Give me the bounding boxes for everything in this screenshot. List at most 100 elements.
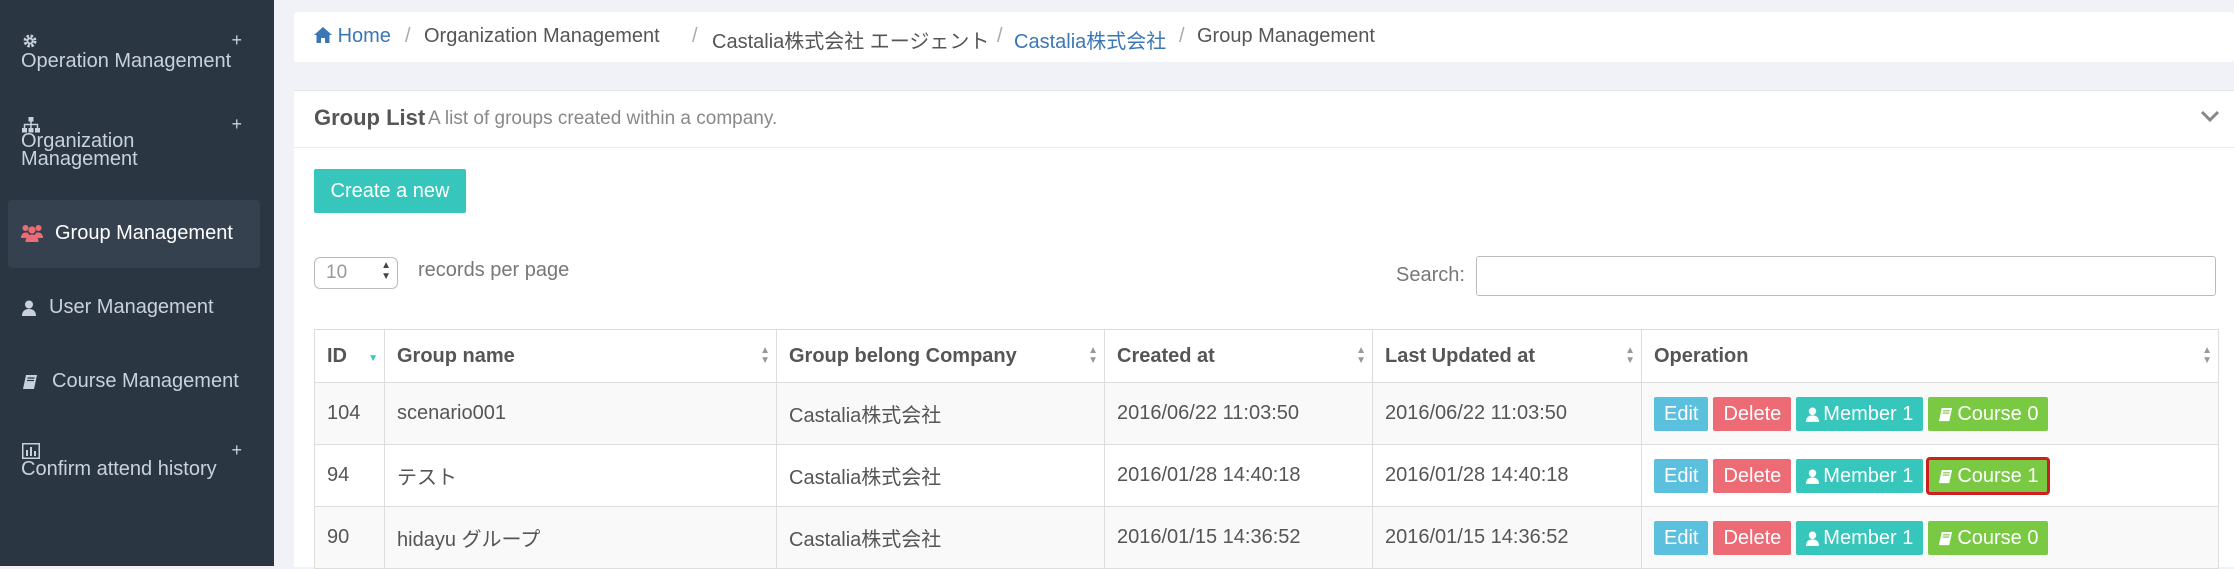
book-icon	[1938, 465, 1957, 487]
sidebar-item-label: Operation Management	[21, 50, 232, 72]
member-label: Member 1	[1823, 402, 1914, 425]
column-header-id[interactable]: ID ▼	[314, 329, 385, 383]
column-header-created-at[interactable]: Created at ▲ ▼	[1104, 329, 1373, 383]
cell-operation: Edit Delete Member 1 Course 0	[1641, 382, 2219, 445]
sidebar-item-confirm-attend-history[interactable]: Confirm attend history +	[0, 438, 274, 488]
home-icon	[314, 25, 332, 47]
cell-updated-at: 2016/01/28 14:40:18	[1372, 444, 1642, 507]
sort-desc-icon: ▼	[368, 353, 378, 364]
delete-button[interactable]: Delete	[1713, 396, 1792, 431]
group-list-panel: Group List A list of groups created with…	[294, 90, 2234, 569]
user-icon	[1806, 403, 1823, 425]
cell-group-name: scenario001	[384, 382, 777, 445]
cell-group-name: テスト	[384, 444, 777, 507]
sort-icon: ▲ ▼	[2202, 345, 2212, 366]
course-button-highlighted[interactable]: Course 1	[1926, 456, 2051, 495]
cell-id: 94	[314, 444, 385, 507]
course-label: Course 0	[1957, 402, 2039, 425]
panel-subtitle: A list of groups created within a compan…	[428, 108, 778, 129]
book-icon	[22, 373, 38, 396]
records-per-page-value: 10	[326, 262, 348, 283]
course-label: Course 0	[1957, 526, 2039, 549]
breadcrumb-separator: /	[1179, 25, 1185, 47]
breadcrumb-item-company[interactable]: Castalia株式会社	[1014, 25, 1166, 54]
sort-icon: ▲ ▼	[1356, 345, 1366, 366]
cell-id: 104	[314, 382, 385, 445]
member-button[interactable]: Member 1	[1796, 458, 1924, 493]
sidebar-item-course-management[interactable]: Course Management	[0, 366, 274, 400]
column-header-company[interactable]: Group belong Company ▲ ▼	[776, 329, 1105, 383]
breadcrumb-separator: /	[997, 25, 1003, 47]
cell-company: Castalia株式会社	[776, 444, 1105, 507]
course-button[interactable]: Course 0	[1928, 520, 2049, 555]
cell-created-at: 2016/06/22 11:03:50	[1104, 382, 1373, 445]
breadcrumb-home-label: Home	[337, 25, 391, 47]
select-arrows-icon: ▲ ▼	[381, 260, 391, 282]
panel-header: Group List A list of groups created with…	[294, 91, 2234, 148]
user-icon	[1806, 465, 1823, 487]
sort-icon: ▲ ▼	[1088, 345, 1098, 366]
sidebar-item-organization-management[interactable]: Organization Management +	[0, 112, 274, 176]
sidebar-item-operation-management[interactable]: Operation Management +	[0, 28, 274, 88]
group-table: ID ▼ Group name ▲ ▼ Group belong Company ▲ ▼ …	[314, 329, 2219, 569]
sidebar-item-group-management[interactable]: Group Management	[8, 200, 260, 268]
sort-icon: ▲ ▼	[760, 345, 770, 366]
member-button[interactable]: Member 1	[1796, 520, 1924, 555]
cell-created-at: 2016/01/15 14:36:52	[1104, 506, 1373, 569]
breadcrumb-home[interactable]: Home	[314, 25, 391, 48]
user-icon	[22, 299, 36, 322]
cell-created-at: 2016/01/28 14:40:18	[1104, 444, 1373, 507]
breadcrumb-item-agent: Castalia株式会社 エージェント	[712, 31, 990, 53]
breadcrumb-item-group-management: Group Management	[1197, 25, 1375, 47]
table-row: 90 hidayu グループ Castalia株式会社 2016/01/15 1…	[314, 506, 2219, 569]
cell-id: 90	[314, 506, 385, 569]
sidebar-item-label: Group Management	[55, 222, 233, 244]
column-header-operation[interactable]: Operation ▲ ▼	[1641, 329, 2219, 383]
sort-icon: ▲ ▼	[1625, 345, 1635, 366]
sidebar-item-label: Confirm attend history	[21, 458, 217, 480]
expand-icon[interactable]: +	[231, 30, 242, 51]
chevron-down-icon[interactable]	[2200, 103, 2220, 129]
table-row: 104 scenario001 Castalia株式会社 2016/06/22 …	[314, 382, 2219, 445]
course-button[interactable]: Course 0	[1928, 396, 2049, 431]
sidebar: Operation Management + Organization Mana…	[0, 0, 274, 566]
member-button[interactable]: Member 1	[1796, 396, 1924, 431]
sidebar-item-label: Course Management	[52, 370, 239, 392]
search-input[interactable]	[1476, 256, 2216, 296]
breadcrumb-separator: /	[692, 25, 698, 47]
delete-button[interactable]: Delete	[1713, 520, 1792, 555]
sidebar-item-label: Organization Management	[21, 130, 138, 170]
records-per-page-select[interactable]: 10 ▲ ▼	[314, 257, 398, 289]
member-label: Member 1	[1823, 464, 1914, 487]
cell-operation: Edit Delete Member 1 Course 1	[1641, 444, 2219, 507]
records-per-page-label: records per page	[418, 259, 570, 281]
breadcrumb-item-organization-management: Organization Management	[424, 25, 660, 47]
table-row: 94 テスト Castalia株式会社 2016/01/28 14:40:18 …	[314, 444, 2219, 507]
edit-button[interactable]: Edit	[1654, 396, 1709, 431]
sidebar-item-user-management[interactable]: User Management	[0, 292, 274, 326]
column-header-group-name[interactable]: Group name ▲ ▼	[384, 329, 777, 383]
cell-updated-at: 2016/06/22 11:03:50	[1372, 382, 1642, 445]
cell-company: Castalia株式会社	[776, 382, 1105, 445]
expand-icon[interactable]: +	[231, 114, 242, 135]
member-label: Member 1	[1823, 526, 1914, 549]
cell-updated-at: 2016/01/15 14:36:52	[1372, 506, 1642, 569]
users-icon	[21, 224, 43, 248]
expand-icon[interactable]: +	[231, 440, 242, 461]
edit-button[interactable]: Edit	[1654, 458, 1709, 493]
course-label: Course 1	[1957, 464, 2039, 487]
book-icon	[1938, 403, 1957, 425]
cell-operation: Edit Delete Member 1 Course 0	[1641, 506, 2219, 569]
delete-button[interactable]: Delete	[1713, 458, 1792, 493]
column-header-updated-at[interactable]: Last Updated at ▲ ▼	[1372, 329, 1642, 383]
panel-title: Group List	[314, 105, 426, 130]
edit-button[interactable]: Edit	[1654, 520, 1709, 555]
search-label: Search:	[1396, 264, 1465, 286]
breadcrumb: Home / Organization Management / Castali…	[294, 12, 2234, 62]
sidebar-item-label: User Management	[49, 296, 214, 318]
user-icon	[1806, 527, 1823, 549]
book-icon	[1938, 527, 1957, 549]
breadcrumb-separator: /	[405, 25, 411, 47]
cell-company: Castalia株式会社	[776, 506, 1105, 569]
create-new-button[interactable]: Create a new	[314, 169, 466, 213]
